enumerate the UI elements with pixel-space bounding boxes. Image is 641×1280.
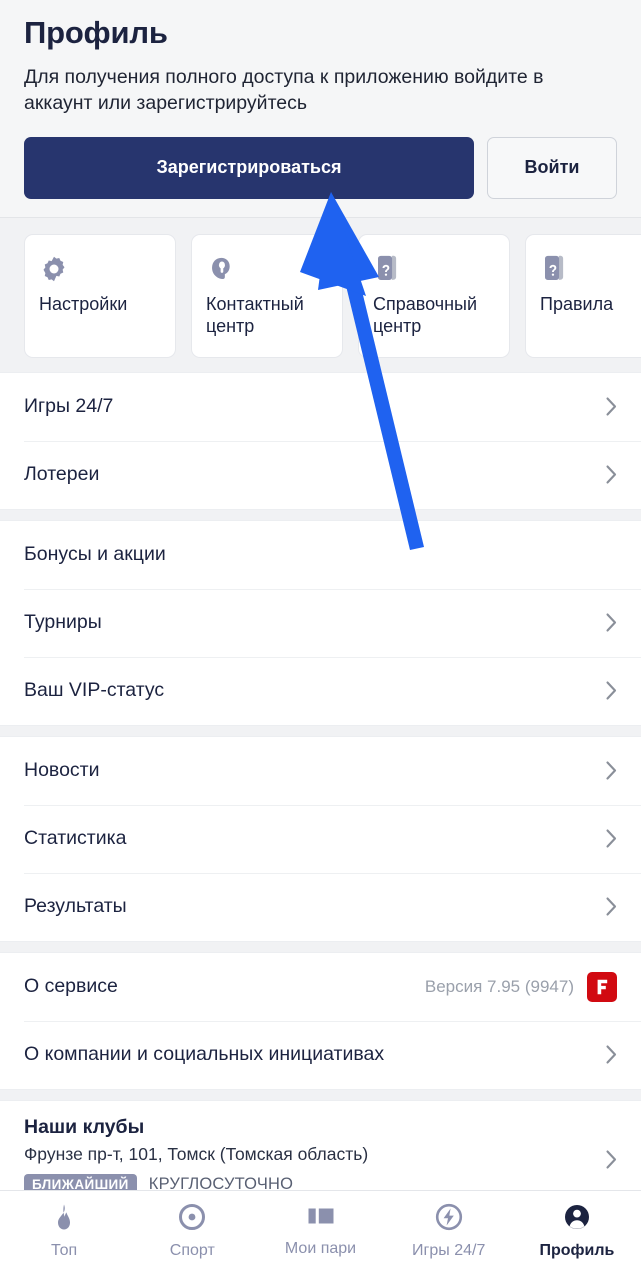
gear-icon: [39, 252, 69, 286]
list-group-info: Новости Статистика Результаты: [0, 735, 641, 942]
nav-item-top[interactable]: Топ: [0, 1203, 128, 1260]
chevron-right-icon: [606, 613, 617, 632]
clubs-address: Фрунзе пр-т, 101, Томск (Томская область…: [24, 1144, 369, 1165]
list-item-games-247[interactable]: Игры 24/7: [0, 372, 641, 441]
bolt-circle-icon: [435, 1203, 463, 1236]
row-accessory: [606, 397, 617, 416]
list-item-lotteries[interactable]: Лотереи: [0, 440, 641, 509]
person-icon: [563, 1203, 591, 1236]
clubs-body: Наши клубы Фрунзе пр-т, 101, Томск (Томс…: [24, 1115, 606, 1196]
row-accessory: [606, 465, 617, 484]
list-item-results[interactable]: Результаты: [0, 872, 641, 941]
app-version: Версия 7.95 (9947): [424, 976, 574, 996]
bottom-navigation: Топ Спорт Мои пари Игры 24/7 Профиль: [0, 1190, 641, 1280]
list-item-label: Бонусы и акции: [24, 543, 166, 566]
list-group-about: О сервисе Версия 7.95 (9947) О компании …: [0, 951, 641, 1090]
chevron-right-icon: [606, 465, 617, 484]
list-group-bonuses: Бонусы и акции Турниры Ваш VIP-статус: [0, 519, 641, 726]
nav-item-label: Спорт: [169, 1242, 215, 1259]
register-button[interactable]: Зарегистрироваться: [24, 136, 474, 199]
row-accessory: [606, 1045, 617, 1064]
list-item-bonuses[interactable]: Бонусы и акции: [0, 520, 641, 589]
headset-icon: [206, 252, 235, 286]
header-subtitle: Для получения полного доступа к приложен…: [24, 66, 544, 114]
nav-item-label: Мои пари: [284, 1240, 357, 1257]
book-question-icon: [373, 252, 401, 286]
login-button[interactable]: Войти: [487, 136, 617, 199]
page-title: Профиль: [24, 15, 168, 50]
nav-item-label: Профиль: [539, 1242, 615, 1259]
chevron-right-icon: [606, 897, 617, 916]
list-item-tournaments[interactable]: Турниры: [0, 588, 641, 657]
quick-card-help-center[interactable]: Справочный центр: [358, 233, 510, 358]
list-item-label: Ваш VIP-статус: [24, 679, 165, 702]
list-item-label: Результаты: [24, 895, 127, 918]
list-item-statistics[interactable]: Статистика: [0, 804, 641, 873]
clubs-title: Наши клубы: [24, 1115, 145, 1138]
row-accessory: [606, 761, 617, 780]
quick-card-rules[interactable]: Правила: [525, 233, 641, 358]
list-item-label: Новости: [24, 759, 100, 782]
list-item-label: Лотереи: [24, 463, 100, 486]
target-icon: [178, 1203, 206, 1236]
chevron-right-icon: [606, 1045, 617, 1064]
quick-card-label: Настройки: [39, 293, 128, 314]
row-accessory: Версия 7.95 (9947): [424, 971, 617, 1002]
chevron-right-icon: [606, 681, 617, 700]
list-item-vip-status[interactable]: Ваш VIP-статус: [0, 656, 641, 725]
nav-item-my-bets[interactable]: Мои пари: [256, 1203, 384, 1258]
list-item-about-company[interactable]: О компании и социальных инициативах: [0, 1020, 641, 1089]
list-group-games: Игры 24/7 Лотереи: [0, 371, 641, 510]
nav-item-label: Топ: [51, 1242, 78, 1259]
nav-item-games-247[interactable]: Игры 24/7: [385, 1203, 513, 1260]
row-accessory: [606, 1150, 617, 1169]
list-item-label: Турниры: [24, 611, 102, 634]
list-item-label: Статистика: [24, 827, 127, 850]
quick-card-label: Контактный центр: [206, 293, 304, 336]
book-question-icon: [540, 252, 568, 286]
quick-card-settings[interactable]: Настройки: [24, 233, 176, 358]
page-header: Профиль Для получения полного доступа к …: [0, 0, 641, 218]
nav-item-label: Игры 24/7: [412, 1242, 486, 1259]
list-item-about-service[interactable]: О сервисе Версия 7.95 (9947): [0, 952, 641, 1021]
flame-icon: [51, 1203, 77, 1236]
profile-screen: Профиль Для получения полного доступа к …: [0, 0, 641, 1280]
list-item-label: О компании и социальных инициативах: [24, 1043, 385, 1066]
nav-item-sport[interactable]: Спорт: [128, 1203, 256, 1260]
chevron-right-icon: [606, 761, 617, 780]
chevron-right-icon: [606, 829, 617, 848]
auth-buttons: Зарегистрироваться Войти: [24, 136, 617, 199]
row-accessory: [606, 897, 617, 916]
row-accessory: [606, 613, 617, 632]
quick-card-label: Правила: [540, 293, 614, 314]
row-accessory: [606, 681, 617, 700]
quick-actions-strip[interactable]: Настройки Контактный центр Справочный це…: [0, 217, 641, 372]
ticket-icon: [306, 1203, 336, 1234]
brand-logo-icon: [587, 971, 617, 1002]
list-item-label: Игры 24/7: [24, 395, 114, 418]
list-item-label: О сервисе: [24, 975, 118, 998]
quick-card-contact-center[interactable]: Контактный центр: [191, 233, 343, 358]
row-accessory: [606, 829, 617, 848]
chevron-right-icon: [606, 1150, 617, 1169]
list-item-news[interactable]: Новости: [0, 736, 641, 805]
chevron-right-icon: [606, 397, 617, 416]
quick-card-label: Справочный центр: [373, 293, 478, 336]
nav-item-profile[interactable]: Профиль: [513, 1203, 641, 1260]
